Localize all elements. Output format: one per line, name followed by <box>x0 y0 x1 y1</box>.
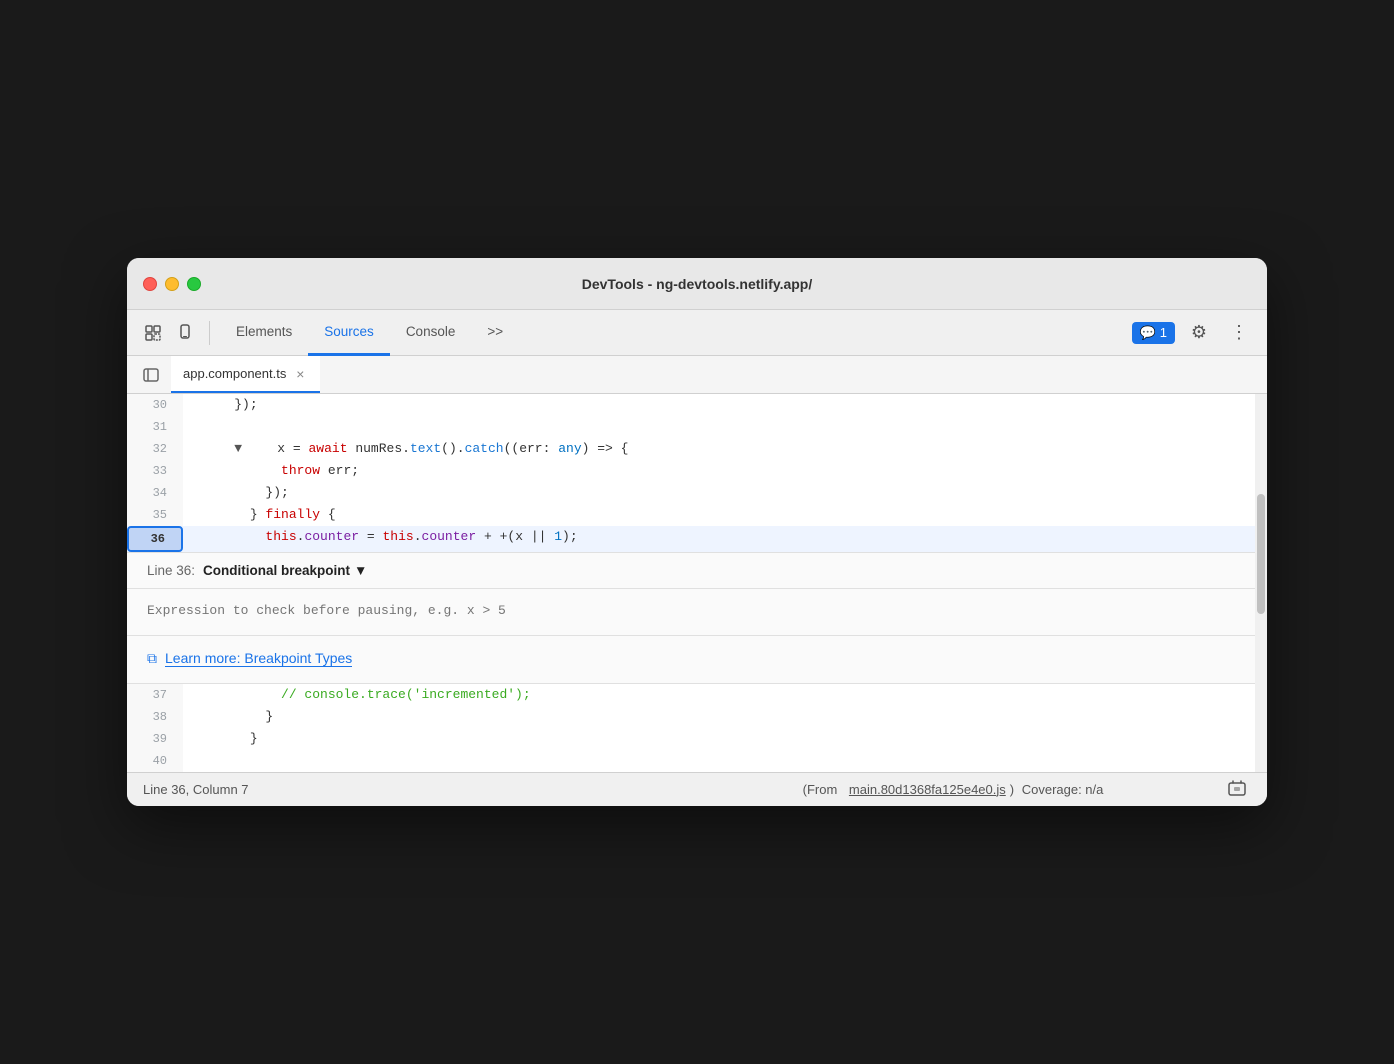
line-number-40: 40 <box>127 750 183 772</box>
breakpoint-header: Line 36: Conditional breakpoint ▼ <box>127 553 1255 589</box>
file-tab-app-component[interactable]: app.component.ts × <box>171 356 320 393</box>
breakpoint-type-select[interactable]: Conditional breakpoint ▼ <box>203 563 367 578</box>
editor-area: 30 }); 31 32 ▼ x = await numRes.text().c… <box>127 394 1267 772</box>
status-center: (From main.80d1368fa125e4e0.js ) Coverag… <box>683 782 1223 797</box>
line-number-31: 31 <box>127 416 183 438</box>
table-row: 33 throw err; <box>127 460 1255 482</box>
table-row: 32 ▼ x = await numRes.text().catch((err:… <box>127 438 1255 460</box>
dropdown-arrow-icon: ▼ <box>354 563 367 578</box>
code-lines: 30 }); 31 32 ▼ x = await numRes.text().c… <box>127 394 1255 552</box>
table-row: 37 // console.trace('incremented'); <box>127 684 1255 706</box>
status-position-text: Line 36, Column 7 <box>143 782 249 797</box>
table-row: 31 <box>127 416 1255 438</box>
status-paren-close: ) <box>1010 782 1018 797</box>
table-row: 39 } <box>127 728 1255 750</box>
scrollbar[interactable] <box>1255 394 1267 772</box>
line-content-39: } <box>183 728 1255 750</box>
tab-more[interactable]: >> <box>471 310 519 356</box>
toolbar: Elements Sources Console >> 💬 1 ⚙ ⋮ <box>127 310 1267 356</box>
statusbar: Line 36, Column 7 (From main.80d1368fa12… <box>127 772 1267 806</box>
breakpoint-expression-input[interactable] <box>147 601 1235 621</box>
titlebar: DevTools - ng-devtools.netlify.app/ <box>127 258 1267 310</box>
line-number-33: 33 <box>127 460 183 482</box>
status-file-link[interactable]: main.80d1368fa125e4e0.js <box>849 782 1006 797</box>
line-content-37: // console.trace('incremented'); <box>183 684 1255 706</box>
line-content-31 <box>183 416 1255 438</box>
window-title: DevTools - ng-devtools.netlify.app/ <box>582 276 813 292</box>
filetab-close-button[interactable]: × <box>292 366 308 382</box>
filetabs: app.component.ts × <box>127 356 1267 394</box>
line-number-37: 37 <box>127 684 183 706</box>
line-number-34: 34 <box>127 482 183 504</box>
learn-more-link[interactable]: Learn more: Breakpoint Types <box>165 650 352 667</box>
line-content-34: }); <box>183 482 1255 504</box>
table-row: 36 this.counter = this.counter + +(x || … <box>127 526 1255 552</box>
table-row: 34 }); <box>127 482 1255 504</box>
line-content-30: }); <box>183 394 1255 416</box>
scrollbar-thumb[interactable] <box>1257 494 1265 614</box>
screenshot-icon-button[interactable] <box>1223 775 1251 803</box>
line-number-32: 32 <box>127 438 183 460</box>
breakpoint-expression-area <box>127 589 1255 636</box>
inspector-icon[interactable] <box>139 319 167 347</box>
traffic-lights <box>143 277 201 291</box>
external-link-icon: ⧉ <box>147 650 157 667</box>
devtools-window: DevTools - ng-devtools.netlify.app/ Elem… <box>127 258 1267 806</box>
toolbar-right: 💬 1 ⚙ ⋮ <box>1132 317 1255 349</box>
console-badge-button[interactable]: 💬 1 <box>1132 322 1175 344</box>
badge-icon: 💬 <box>1140 325 1156 341</box>
filename: app.component.ts <box>183 366 286 381</box>
device-icon[interactable] <box>171 319 199 347</box>
line-number-39: 39 <box>127 728 183 750</box>
table-row: 40 <box>127 750 1255 772</box>
code-lines-continued: 37 // console.trace('incremented'); 38 }… <box>127 684 1255 772</box>
toolbar-divider <box>209 321 210 345</box>
line-number-30: 30 <box>127 394 183 416</box>
settings-button[interactable]: ⚙ <box>1183 317 1215 349</box>
table-row: 35 } finally { <box>127 504 1255 526</box>
line-number-35: 35 <box>127 504 183 526</box>
maximize-button[interactable] <box>187 277 201 291</box>
line-content-32: ▼ x = await numRes.text().catch((err: an… <box>183 438 1255 460</box>
minimize-button[interactable] <box>165 277 179 291</box>
tab-console[interactable]: Console <box>390 310 472 356</box>
table-row: 38 } <box>127 706 1255 728</box>
line-content-38: } <box>183 706 1255 728</box>
line-content-35: } finally { <box>183 504 1255 526</box>
table-row: 30 }); <box>127 394 1255 416</box>
breakpoint-type-label: Conditional breakpoint <box>203 563 350 578</box>
line-number-38: 38 <box>127 706 183 728</box>
breakpoint-panel: Line 36: Conditional breakpoint ▼ ⧉ Lear… <box>127 552 1255 684</box>
badge-count: 1 <box>1160 325 1167 340</box>
code-editor: 30 }); 31 32 ▼ x = await numRes.text().c… <box>127 394 1255 772</box>
breakpoint-line-label: Line 36: <box>147 563 195 578</box>
sidebar-toggle-button[interactable] <box>135 356 167 393</box>
status-position: Line 36, Column 7 <box>143 782 683 797</box>
line-content-40 <box>183 750 1255 772</box>
tab-elements[interactable]: Elements <box>220 310 308 356</box>
status-coverage: Coverage: n/a <box>1022 782 1104 797</box>
breakpoint-link-area: ⧉ Learn more: Breakpoint Types <box>127 636 1255 683</box>
more-options-button[interactable]: ⋮ <box>1223 317 1255 349</box>
close-button[interactable] <box>143 277 157 291</box>
line-content-33: throw err; <box>183 460 1255 482</box>
line-content-36: this.counter = this.counter + +(x || 1); <box>183 526 1255 552</box>
line-number-36: 36 <box>127 526 183 552</box>
status-from-label: (From <box>803 782 838 797</box>
status-right <box>1223 775 1251 803</box>
toolbar-tabs: Elements Sources Console >> <box>220 310 1128 356</box>
tab-sources[interactable]: Sources <box>308 310 390 356</box>
